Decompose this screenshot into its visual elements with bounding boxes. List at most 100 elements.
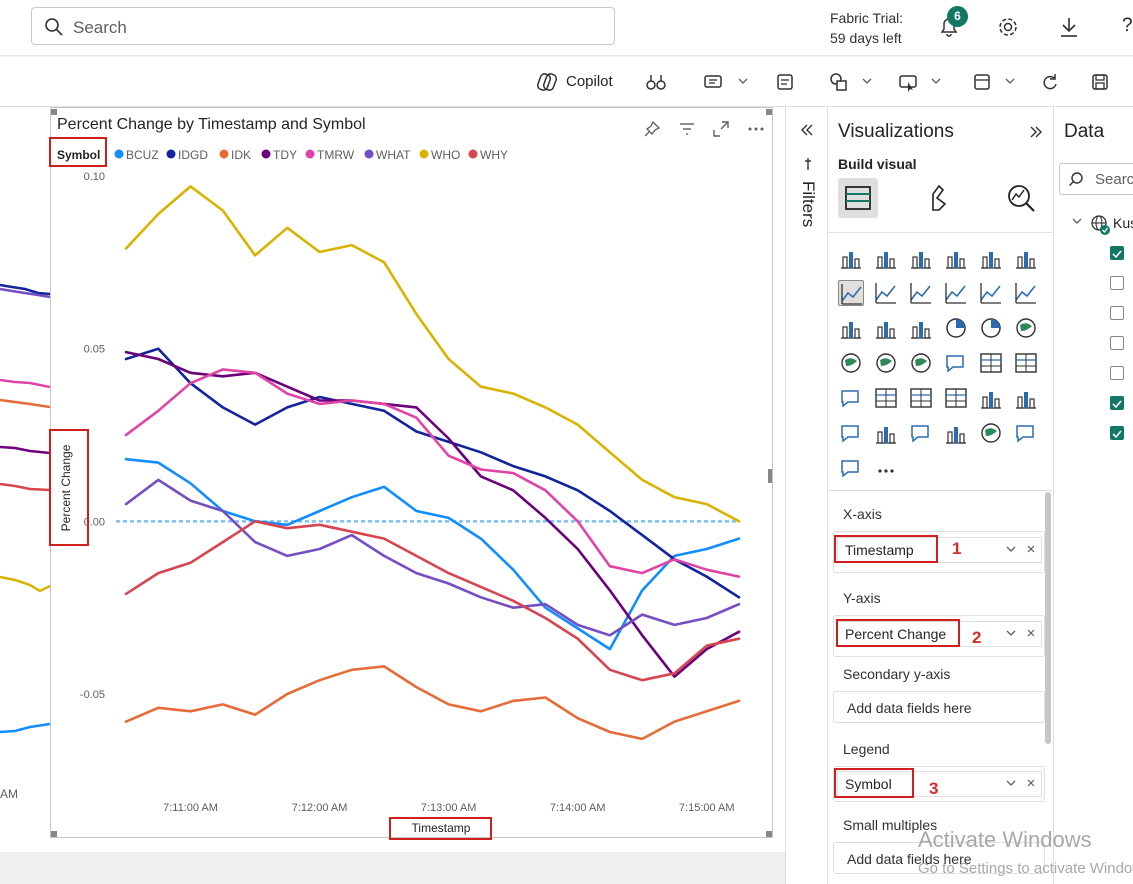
legend-marker [166,149,176,159]
stacked-column-chart-icon[interactable] [873,245,899,271]
filters-pane[interactable]: Filters [785,107,827,884]
refresh-icon[interactable] [1039,71,1061,93]
x-tick-label: 7:11:00 AM [163,802,218,814]
format-visual-icon[interactable] [925,182,957,214]
copilot-button[interactable]: Copilot [566,73,613,90]
resize-handle[interactable] [768,469,772,483]
qa-visual-icon[interactable] [838,420,864,446]
series-line-why [124,519,741,682]
chevron-down-icon[interactable] [1004,75,1016,87]
legend-highlight [834,768,914,798]
key-influencers-visual-icon[interactable] [1013,385,1039,411]
pie-chart-icon[interactable] [943,315,969,341]
field-checkbox[interactable] [1110,396,1124,410]
search-input[interactable]: Search [31,7,615,45]
table-visual-icon[interactable] [908,385,934,411]
field-checkbox[interactable] [1110,366,1124,380]
build-visual-tab[interactable] [838,178,878,218]
waterfall-chart-icon[interactable] [838,315,864,341]
download-icon[interactable] [1057,15,1081,39]
partial-x-tick: AM [0,787,18,801]
scatter-chart-icon[interactable] [908,315,934,341]
matrix-visual-icon[interactable] [943,385,969,411]
y-axis-highlight [836,619,960,647]
close-icon[interactable] [1026,778,1036,788]
paginated-report-visual-icon[interactable] [873,420,899,446]
help-icon[interactable]: ? [1122,15,1133,37]
filled-map-visual-icon[interactable] [873,350,899,376]
clustered-column-chart-icon[interactable] [943,245,969,271]
gauge-visual-icon[interactable] [943,350,969,376]
resize-handle[interactable] [766,831,772,837]
datasource-name[interactable]: Kus [1113,215,1133,231]
stacked-area-chart-icon[interactable] [908,280,934,306]
chevron-down-icon[interactable] [1005,777,1017,789]
kpi-visual-icon[interactable] [838,385,864,411]
azure-map-visual-icon[interactable] [908,350,934,376]
area-chart-icon[interactable] [873,280,899,306]
line-chart-icon[interactable] [838,280,864,306]
visual-icon[interactable] [971,71,993,93]
multi-row-card-visual-icon[interactable] [1013,350,1039,376]
donut-chart-icon[interactable] [978,315,1004,341]
field-checkbox[interactable] [1110,276,1124,290]
chevron-down-icon[interactable] [1005,627,1017,639]
resize-handle[interactable] [766,109,772,115]
search-icon [1069,172,1083,186]
legend-title-highlight [49,137,107,167]
line-clustered-column-chart-icon[interactable] [978,280,1004,306]
slicer-visual-icon[interactable] [873,385,899,411]
card-visual-icon[interactable] [978,350,1004,376]
decomposition-tree-visual-icon[interactable] [978,385,1004,411]
binoculars-icon[interactable] [645,71,667,93]
collapse-left-icon[interactable] [800,123,814,137]
x-tick-label: 7:12:00 AM [292,802,348,814]
close-icon[interactable] [1026,544,1036,554]
legend-marker [114,149,124,159]
power-apps-visual-icon[interactable] [1013,420,1039,446]
clustered-bar-chart-icon[interactable] [908,245,934,271]
legend-marker [419,149,429,159]
funnel-chart-icon[interactable] [873,315,899,341]
arcgis-map-visual-icon[interactable] [978,420,1004,446]
100-stacked-column-chart-icon[interactable] [1013,245,1039,271]
field-checkbox[interactable] [1110,426,1124,440]
line-and-column-chart-icon[interactable] [943,280,969,306]
trial-status[interactable]: Fabric Trial: 59 days left [830,8,903,48]
ribbon-chart-icon[interactable] [1013,280,1039,306]
trophy-visual-icon[interactable] [908,420,934,446]
save-icon[interactable] [1089,71,1111,93]
scrollbar[interactable] [1045,492,1051,744]
legend-item: IDK [231,148,251,162]
gear-icon[interactable] [996,15,1020,39]
chevron-down-icon[interactable] [737,75,749,87]
map-visual-icon[interactable] [838,350,864,376]
more-visuals-icon-icon[interactable] [873,455,899,481]
treemap-chart-icon[interactable] [1013,315,1039,341]
line-chart-visual[interactable]: Percent Change by Timestamp and Symbol S… [49,107,773,840]
resize-handle[interactable] [51,109,57,115]
text-box-icon[interactable] [774,71,796,93]
chevron-down-icon[interactable] [930,75,942,87]
100-stacked-bar-chart-icon[interactable] [978,245,1004,271]
field-checkbox[interactable] [1110,306,1124,320]
chevron-down-icon[interactable] [1072,216,1082,226]
chevron-down-icon[interactable] [861,75,873,87]
stacked-bar-chart-icon[interactable] [838,245,864,271]
secondary-y-axis-well[interactable]: Add data fields here [833,691,1045,723]
power-automate-visual-icon[interactable] [838,455,864,481]
analytics-icon[interactable] [1005,182,1037,214]
data-search-input[interactable]: Search [1059,163,1133,195]
comment-icon[interactable] [702,71,724,93]
shapes-icon[interactable] [828,71,850,93]
field-checkbox[interactable] [1110,246,1124,260]
chart-area: Symbol BCUZ IDGD IDK TDY TMRW WHAT WHO WHY0.100.… [57,148,741,835]
chevron-down-icon[interactable] [1005,543,1017,555]
resize-handle[interactable] [51,831,57,837]
close-icon[interactable] [1026,628,1036,638]
expand-right-icon[interactable] [1029,125,1043,139]
r-script-visual-icon[interactable] [943,420,969,446]
field-checkbox[interactable] [1110,336,1124,350]
button-icon[interactable] [897,71,919,93]
trial-line-2: 59 days left [830,30,902,46]
